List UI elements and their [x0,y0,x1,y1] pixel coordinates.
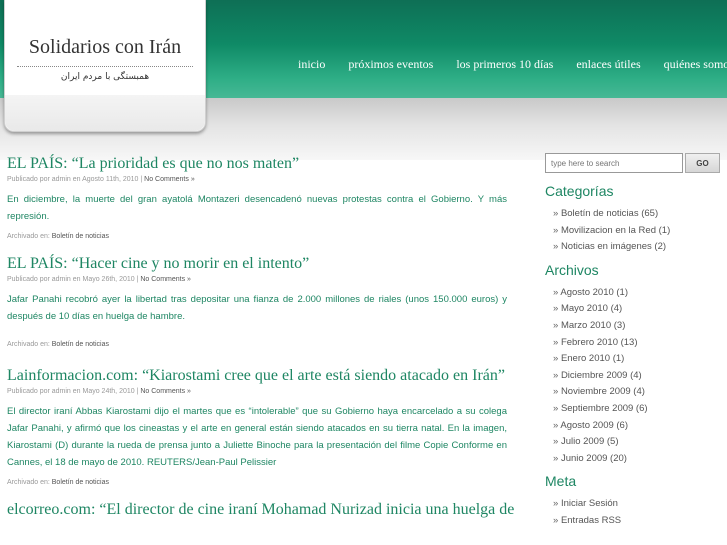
archive-item[interactable]: Julio 2009 (5) [553,434,727,451]
post-meta: Publicado por admin en Agosto 11th, 2010… [7,176,507,183]
post-category: Archivado en: Boletín de noticias [7,341,507,348]
site-tagline: همبستگی با مردم ایران [60,72,150,82]
main-nav: inicio próximos eventos los primeros 10 … [298,57,727,72]
category-item[interactable]: Noticias en imágenes (2) [553,239,727,256]
post-category: Archivado en: Boletín de noticias [7,233,507,240]
archive-item[interactable]: Marzo 2010 (3) [553,318,727,335]
nav-quienes-somos[interactable]: quiénes somos [664,57,727,71]
archive-item[interactable]: Agosto 2010 (1) [553,285,727,302]
category-link[interactable]: Boletín de noticias [52,341,109,348]
archive-item[interactable]: Agosto 2009 (6) [553,418,727,435]
rss-link[interactable]: Entradas RSS [553,513,727,530]
search-form: GO [545,153,727,173]
nav-enlaces-utiles[interactable]: enlaces útiles [576,57,640,71]
archive-item[interactable]: Junio 2009 (20) [553,451,727,468]
post-title[interactable]: elcorreo.com: “El director de cine iraní… [7,500,514,520]
post-item: EL PAÍS: “Hacer cine y no morir en el in… [7,254,507,348]
post-category: Archivado en: Boletín de noticias [7,479,507,486]
post-title[interactable]: EL PAÍS: “La prioridad es que no nos mat… [7,154,507,174]
categories-list: Boletín de noticias (65) Movilizacion en… [545,206,727,256]
post-title[interactable]: Lainformacion.com: “Kiarostami cree que … [7,366,507,386]
logo-box-footer [5,95,205,131]
post-meta: Publicado por admin en Mayo 24th, 2010 |… [7,388,507,395]
comments-link[interactable]: No Comments » [140,388,191,395]
nav-proximos-eventos[interactable]: próximos eventos [348,57,433,71]
archives-heading: Archivos [545,261,599,278]
post-meta: Publicado por admin en Mayo 26th, 2010 |… [7,276,507,283]
site-title[interactable]: Solidarios con Irán [5,36,205,59]
main-content: EL PAÍS: “La prioridad es que no nos mat… [7,154,514,534]
meta-heading: Meta [545,473,577,490]
category-link[interactable]: Boletín de noticias [52,479,109,486]
search-button[interactable]: GO [685,153,720,173]
search-input[interactable] [545,153,683,173]
category-link[interactable]: Boletín de noticias [52,233,109,240]
post-meta-text: Publicado por admin en Mayo 26th, 2010 | [7,276,139,283]
archive-item[interactable]: Mayo 2010 (4) [553,301,727,318]
post-title[interactable]: EL PAÍS: “Hacer cine y no morir en el in… [7,254,507,274]
title-divider [17,66,193,67]
archive-item[interactable]: Diciembre 2009 (4) [553,368,727,385]
post-excerpt: En diciembre, la muerte del gran ayatolá… [7,194,507,222]
post-item: elcorreo.com: “El director de cine iraní… [7,500,514,520]
login-link[interactable]: Iniciar Sesión [553,496,727,513]
filed-label: Archivado en: [7,233,50,240]
post-meta-text: Publicado por admin en Agosto 11th, 2010… [7,176,143,183]
post-meta-text: Publicado por admin en Mayo 24th, 2010 | [7,388,139,395]
post-excerpt: El director iraní Abbas Kiarostami dijo … [7,406,507,468]
nav-inicio[interactable]: inicio [298,57,325,71]
comments-link[interactable]: No Comments » [140,276,191,283]
filed-label: Archivado en: [7,479,50,486]
post-item: EL PAÍS: “La prioridad es que no nos mat… [7,154,507,240]
archive-item[interactable]: Febrero 2010 (13) [553,335,727,352]
category-item[interactable]: Movilizacion en la Red (1) [553,223,727,240]
post-item: Lainformacion.com: “Kiarostami cree que … [7,366,507,486]
category-item[interactable]: Boletín de noticias (65) [553,206,727,223]
archive-item[interactable]: Noviembre 2009 (4) [553,384,727,401]
archive-item[interactable]: Enero 2010 (1) [553,351,727,368]
logo-box[interactable]: Solidarios con Irán همبستگی با مردم ایرا… [4,0,206,132]
nav-primeros-10-dias[interactable]: los primeros 10 días [456,57,553,71]
comments-link[interactable]: No Comments » [144,176,195,183]
meta-list: Iniciar Sesión Entradas RSS [545,496,727,529]
categories-heading: Categorías [545,183,614,199]
archive-item[interactable]: Septiembre 2009 (6) [553,401,727,418]
archives-list: Agosto 2010 (1) Mayo 2010 (4) Marzo 2010… [545,285,727,468]
sidebar: GO Categorías Boletín de noticias (65) M… [545,153,727,536]
filed-label: Archivado en: [7,341,50,348]
post-excerpt: Jafar Panahi recobró ayer la libertad tr… [7,294,507,322]
